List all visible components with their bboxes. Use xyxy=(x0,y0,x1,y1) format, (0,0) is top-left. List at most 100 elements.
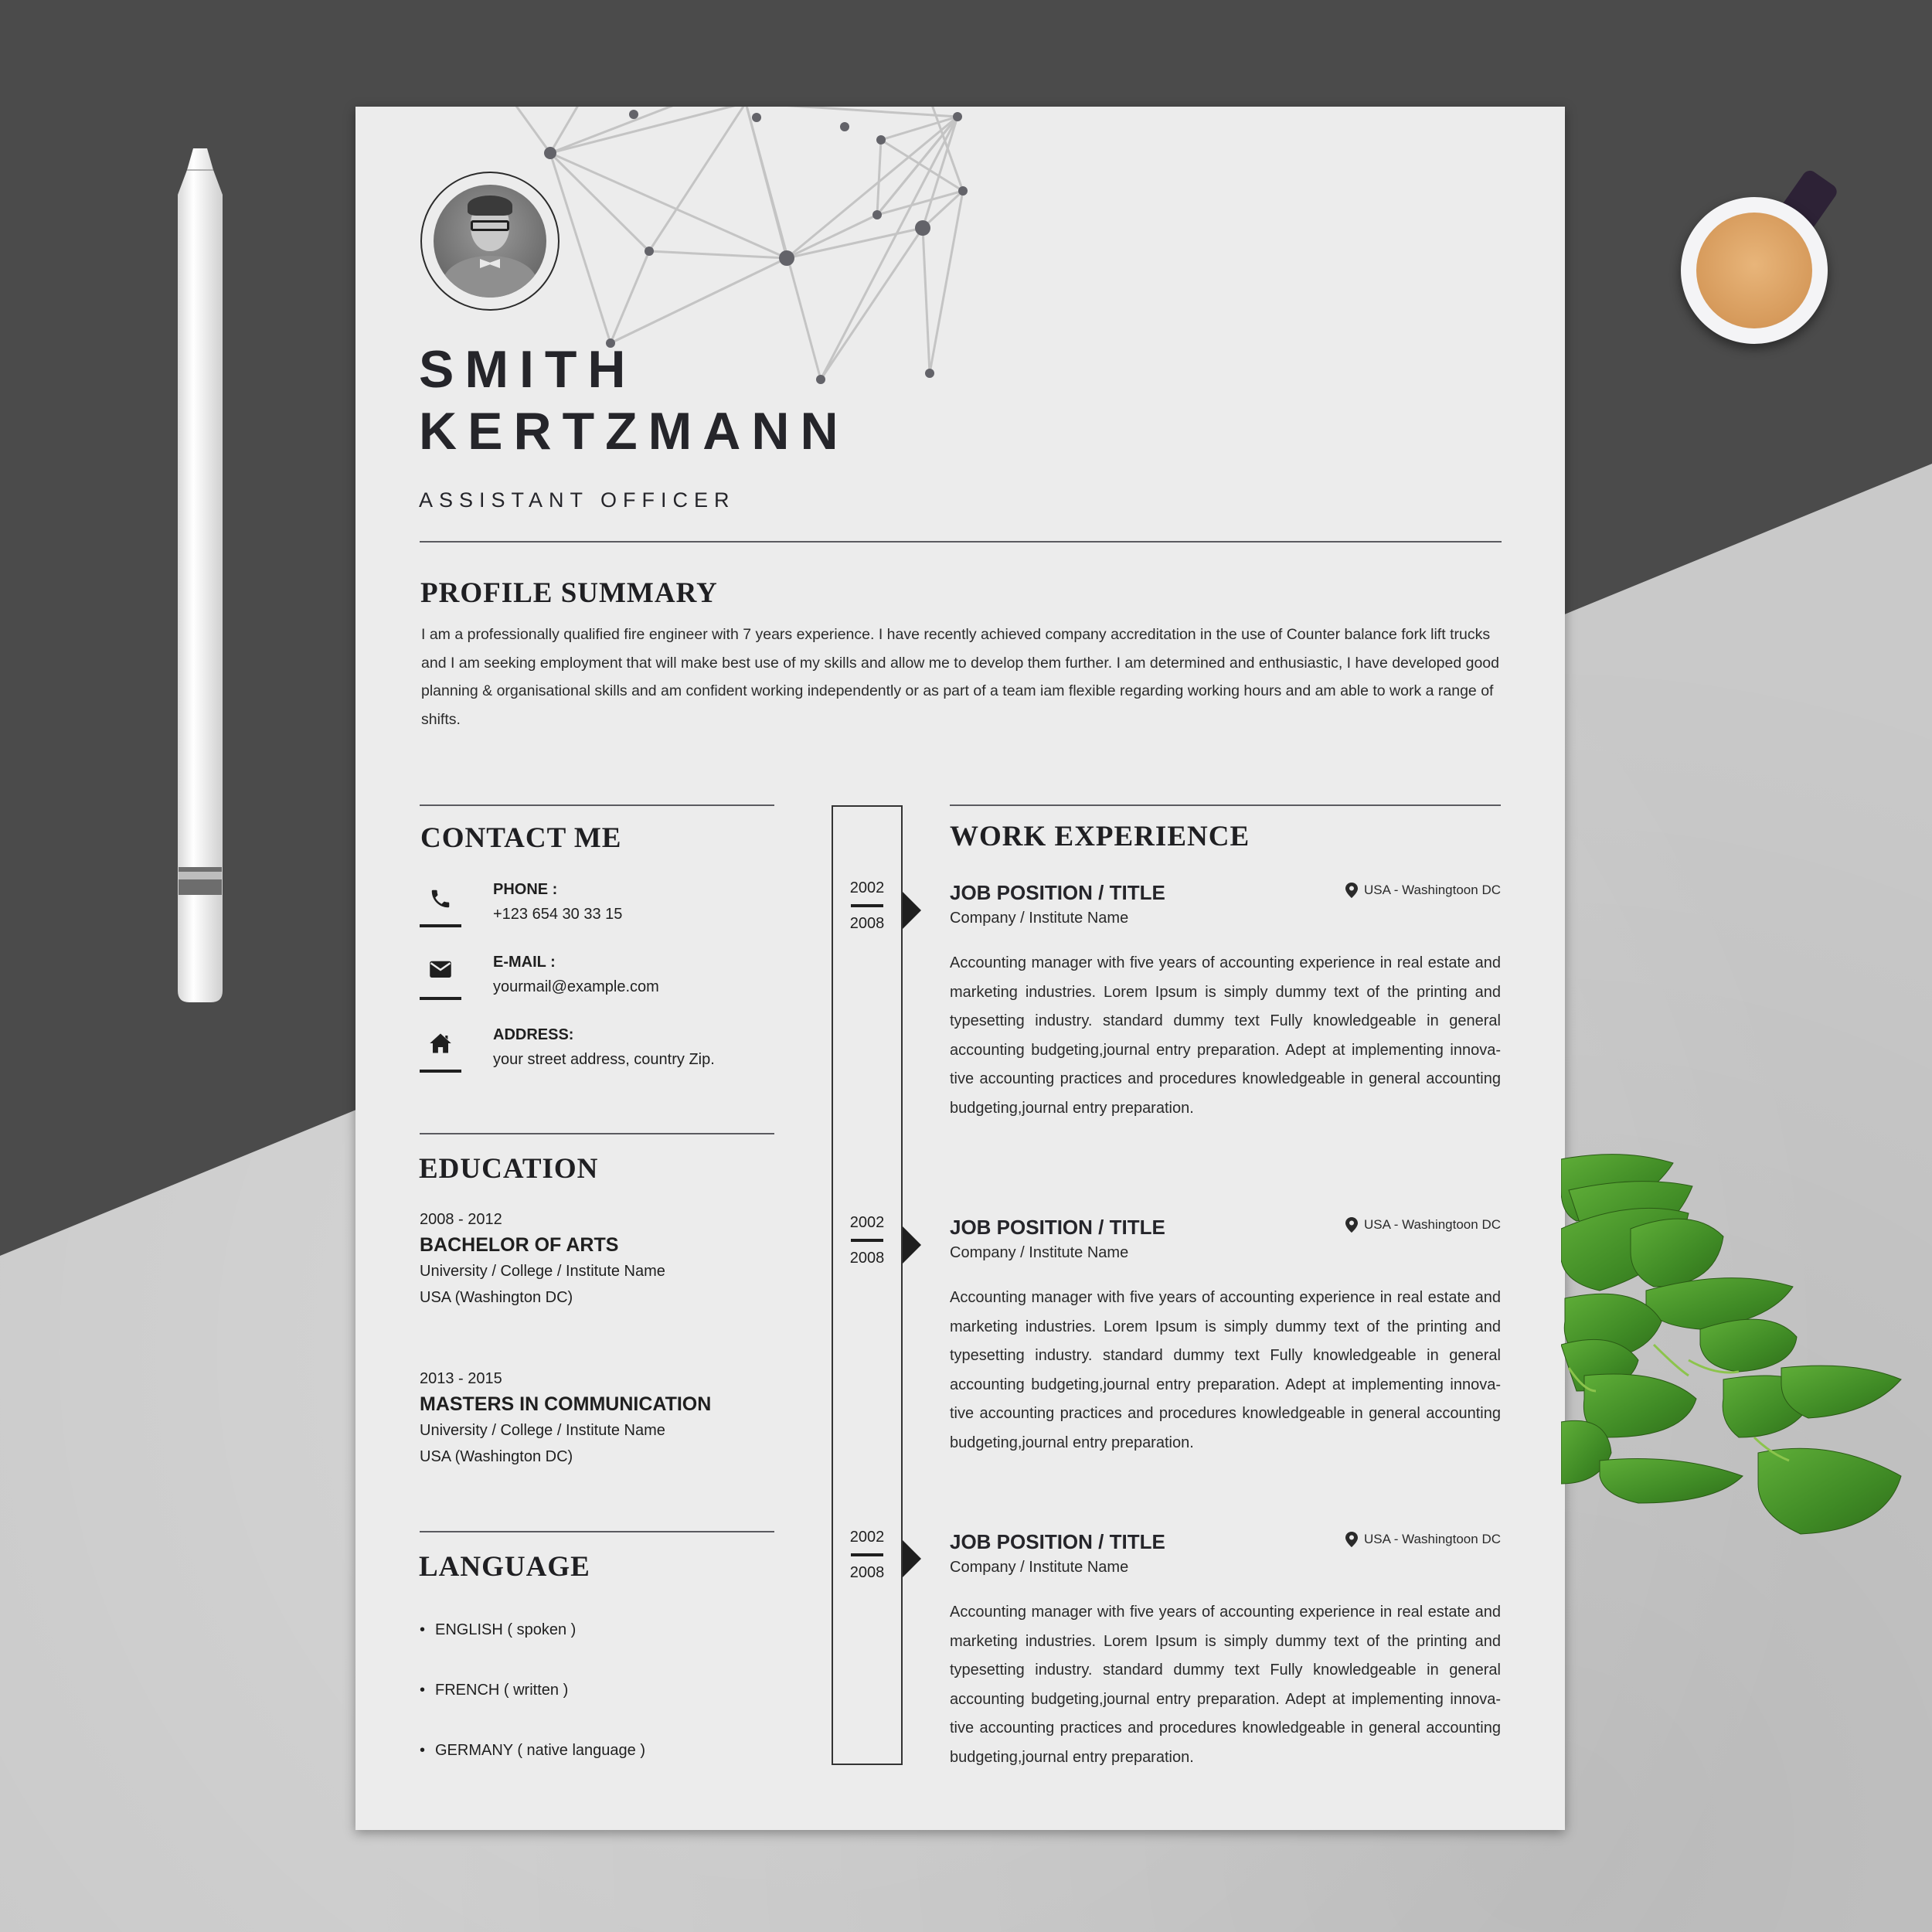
network-node xyxy=(925,369,934,378)
timeline-end-year: 2008 xyxy=(849,1250,885,1267)
network-edge xyxy=(880,115,958,141)
network-edge xyxy=(928,190,964,374)
candidate-role: ASSISTANT OFFICER xyxy=(419,488,736,512)
education-degree: MASTERS IN COMMUNICATION xyxy=(420,1393,712,1415)
network-node xyxy=(840,122,849,131)
header-divider xyxy=(420,541,1502,543)
stylus-pencil-decoration xyxy=(178,148,223,1002)
network-edge xyxy=(549,152,612,344)
network-edge xyxy=(921,227,931,374)
profile-photo-frame xyxy=(420,172,560,311)
work-item: JOB POSITION / TITLE Company / Institute… xyxy=(950,1214,1501,1458)
job-description: Accounting manager with five years of ac… xyxy=(950,1289,1501,1451)
contact-address-value: your street address, country Zip. xyxy=(493,1051,715,1068)
timeline-date-separator xyxy=(851,1239,883,1242)
work-experience-heading: WORK EXPERIENCE xyxy=(950,821,1250,852)
home-icon xyxy=(420,1032,461,1073)
network-edge xyxy=(876,116,959,216)
timeline-arrow-icon xyxy=(903,1540,921,1577)
network-edge xyxy=(549,151,787,260)
language-divider xyxy=(420,1531,774,1532)
language-heading: LANGUAGE xyxy=(419,1551,590,1583)
profile-summary-text: I am a professionally qualified fire eng… xyxy=(421,626,1500,728)
job-location-text: USA - Washingtoon DC xyxy=(1364,883,1501,897)
network-edge xyxy=(787,107,958,118)
timeline-date-separator xyxy=(851,904,883,907)
job-company: Company / Institute Name xyxy=(950,1244,1129,1261)
network-edge xyxy=(786,115,958,260)
timeline-arrow-icon xyxy=(903,1226,921,1264)
language-name: GERMANY ( native language ) xyxy=(435,1742,645,1759)
job-location: USA - Washingtoon DC xyxy=(1345,1532,1501,1547)
network-edge xyxy=(921,189,964,230)
coffee-surface xyxy=(1696,213,1812,328)
job-location: USA - Washingtoon DC xyxy=(1345,1217,1501,1233)
language-item: • ENGLISH ( spoken ) xyxy=(420,1621,577,1638)
timeline-end-year: 2008 xyxy=(849,915,885,932)
language-item: • GERMANY ( native language ) xyxy=(420,1742,645,1759)
mail-icon xyxy=(420,960,461,1000)
contact-email: E-MAIL : yourmail@example.com xyxy=(420,954,744,1008)
profile-summary-heading: PROFILE SUMMARY xyxy=(420,577,718,609)
education-item: 2013 - 2015 MASTERS IN COMMUNICATION Uni… xyxy=(420,1366,775,1470)
location-pin-icon xyxy=(1345,1532,1358,1547)
last-name: KERTZMANN xyxy=(419,402,849,461)
network-edge xyxy=(648,107,745,252)
contact-heading: CONTACT ME xyxy=(420,822,622,854)
timeline-arrow-icon xyxy=(903,892,921,929)
education-location: USA (Washington DC) xyxy=(420,1448,573,1465)
network-edge xyxy=(921,116,959,229)
timeline-dates: 2002 2008 xyxy=(832,879,903,933)
network-edge xyxy=(648,250,787,260)
network-edge xyxy=(745,107,788,259)
education-location: USA (Washington DC) xyxy=(420,1289,573,1306)
network-edge xyxy=(549,151,651,253)
network-node xyxy=(876,135,886,145)
contact-divider xyxy=(420,804,774,806)
network-node xyxy=(779,250,794,266)
contact-email-label: E-MAIL : xyxy=(493,954,556,971)
contact-phone-label: PHONE : xyxy=(493,881,558,898)
network-node xyxy=(752,113,761,122)
timeline-dates: 2002 2008 xyxy=(832,1214,903,1267)
contact-phone-value[interactable]: +123 654 30 33 15 xyxy=(493,906,622,923)
resume-paper: SMITH KERTZMANN ASSISTANT OFFICER PROFIL… xyxy=(355,107,1565,1830)
phone-icon xyxy=(420,887,461,927)
job-company: Company / Institute Name xyxy=(950,910,1129,927)
work-divider xyxy=(950,804,1501,806)
network-node xyxy=(645,247,654,256)
network-edge xyxy=(610,257,787,345)
network-edge xyxy=(549,107,579,154)
work-item: JOB POSITION / TITLE Company / Institute… xyxy=(950,879,1501,1124)
network-edge xyxy=(610,257,787,345)
profile-photo xyxy=(434,185,546,298)
network-edge xyxy=(786,226,923,260)
network-edge xyxy=(876,116,959,216)
network-node xyxy=(872,210,882,219)
education-item: 2008 - 2012 BACHELOR OF ARTS University … xyxy=(420,1207,775,1311)
contact-address: ADDRESS: your street address, country Zi… xyxy=(420,1026,744,1080)
contact-email-value[interactable]: yourmail@example.com xyxy=(493,978,659,996)
network-node xyxy=(629,110,638,119)
pothos-plant-decoration xyxy=(1561,1154,1902,1535)
job-location-text: USA - Washingtoon DC xyxy=(1364,1217,1501,1232)
network-edge xyxy=(786,213,878,260)
timeline-dates: 2002 2008 xyxy=(832,1529,903,1582)
education-degree: BACHELOR OF ARTS xyxy=(420,1234,619,1256)
network-edge xyxy=(880,138,964,192)
coffee-cup-decoration xyxy=(1681,197,1828,344)
network-edge xyxy=(931,107,964,192)
timeline-start-year: 2002 xyxy=(849,879,885,896)
education-heading: EDUCATION xyxy=(419,1153,599,1185)
education-school: University / College / Institute Name xyxy=(420,1422,665,1439)
location-pin-icon xyxy=(1345,883,1358,898)
network-node xyxy=(953,112,962,121)
job-location-text: USA - Washingtoon DC xyxy=(1364,1532,1501,1546)
network-edge xyxy=(515,107,552,154)
timeline-date-separator xyxy=(851,1553,883,1556)
network-edge xyxy=(876,189,964,216)
contact-address-label: ADDRESS: xyxy=(493,1026,574,1043)
location-pin-icon xyxy=(1345,1217,1358,1233)
network-edge xyxy=(549,107,674,155)
work-item: JOB POSITION / TITLE Company / Institute… xyxy=(950,1529,1501,1773)
